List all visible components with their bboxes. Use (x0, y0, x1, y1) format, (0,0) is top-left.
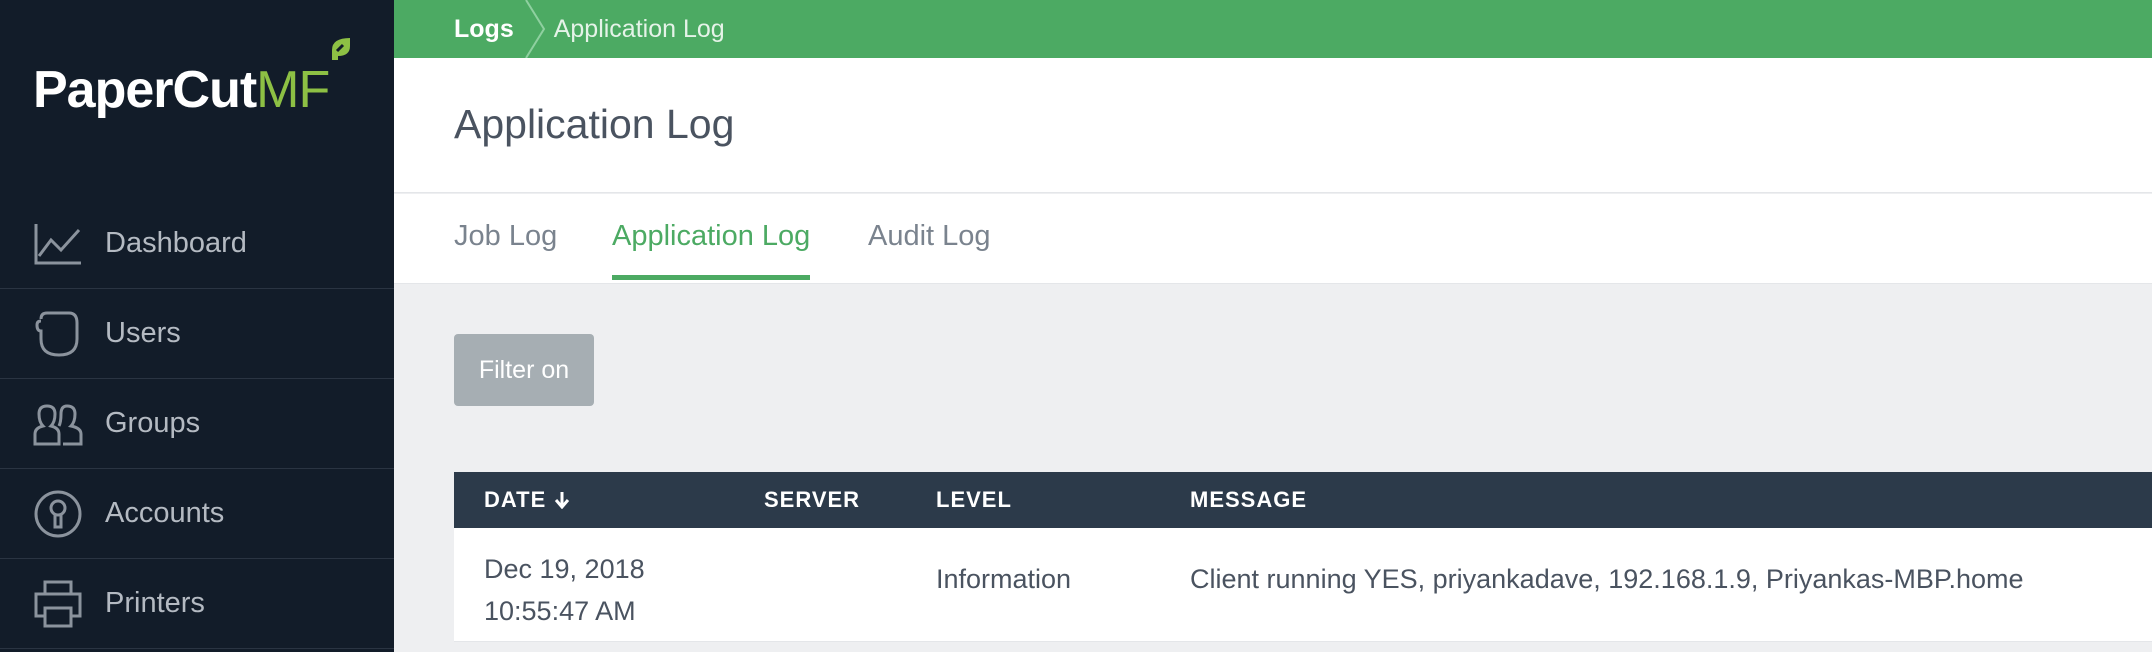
sidebar-item-dashboard[interactable]: Dashboard (0, 199, 394, 289)
table-header: DATE SERVER LEVEL MESSAGE (454, 472, 2152, 528)
group-icon (33, 399, 83, 449)
cell-message: Client running YES, priyankadave, 192.16… (1190, 564, 2024, 594)
sidebar-item-label: Dashboard (105, 227, 247, 259)
sidebar-item-printers[interactable]: Printers (0, 559, 394, 649)
tab-application-log[interactable]: Application Log (612, 220, 811, 280)
filter-on-button[interactable]: Filter on (454, 334, 594, 406)
account-icon (33, 489, 83, 539)
page-header: Application Log (394, 58, 2152, 193)
tab-bar: Job Log Application Log Audit Log (394, 194, 2152, 284)
papercut-logo[interactable]: PaperCutMF (33, 36, 363, 126)
cell-date: Dec 19, 2018 10:55:47 AM (484, 548, 645, 632)
sidebar-item-label: Groups (105, 407, 201, 439)
user-icon (33, 309, 83, 359)
cell-level: Information (936, 564, 1072, 594)
sidebar-item-groups[interactable]: Groups (0, 379, 394, 469)
printer-icon (33, 579, 83, 629)
cell-date-day: Dec 19, 2018 (484, 554, 645, 584)
breadcrumb-item-logs[interactable]: Logs (454, 15, 514, 44)
sidebar-item-label: Printers (105, 587, 205, 619)
sidebar-item-accounts[interactable]: Accounts (0, 469, 394, 559)
arrow-down-icon (554, 491, 570, 509)
logo-text: PaperCutMF (33, 61, 330, 119)
column-header-level[interactable]: LEVEL (936, 472, 1012, 528)
cell-date-time: 10:55:47 AM (484, 596, 636, 626)
tab-audit-log[interactable]: Audit Log (868, 220, 991, 275)
leaf-icon (332, 38, 350, 60)
column-header-message[interactable]: MESSAGE (1190, 472, 1307, 528)
breadcrumb-item-current: Application Log (553, 14, 725, 43)
column-header-server[interactable]: SERVER (764, 472, 860, 528)
sidebar-item-users[interactable]: Users (0, 289, 394, 379)
sidebar-item-label: Users (105, 317, 181, 349)
sidebar-item-label: Accounts (105, 497, 225, 529)
sidebar: PaperCutMF Dashboard Users Groups Accoun… (0, 0, 394, 652)
chart-line-icon (33, 219, 83, 269)
breadcrumb: Logs Application Log (394, 0, 2152, 58)
chevron-right-icon (524, 0, 545, 58)
table-row[interactable]: Dec 19, 2018 10:55:47 AM Information Cli… (454, 528, 2152, 642)
column-header-date[interactable]: DATE (484, 472, 570, 528)
page-title: Application Log (454, 101, 735, 147)
sidebar-nav: Dashboard Users Groups Accounts Printers (0, 199, 394, 649)
log-table: DATE SERVER LEVEL MESSAGE Dec 19, 2018 1… (454, 472, 2152, 642)
tab-job-log[interactable]: Job Log (454, 220, 557, 275)
